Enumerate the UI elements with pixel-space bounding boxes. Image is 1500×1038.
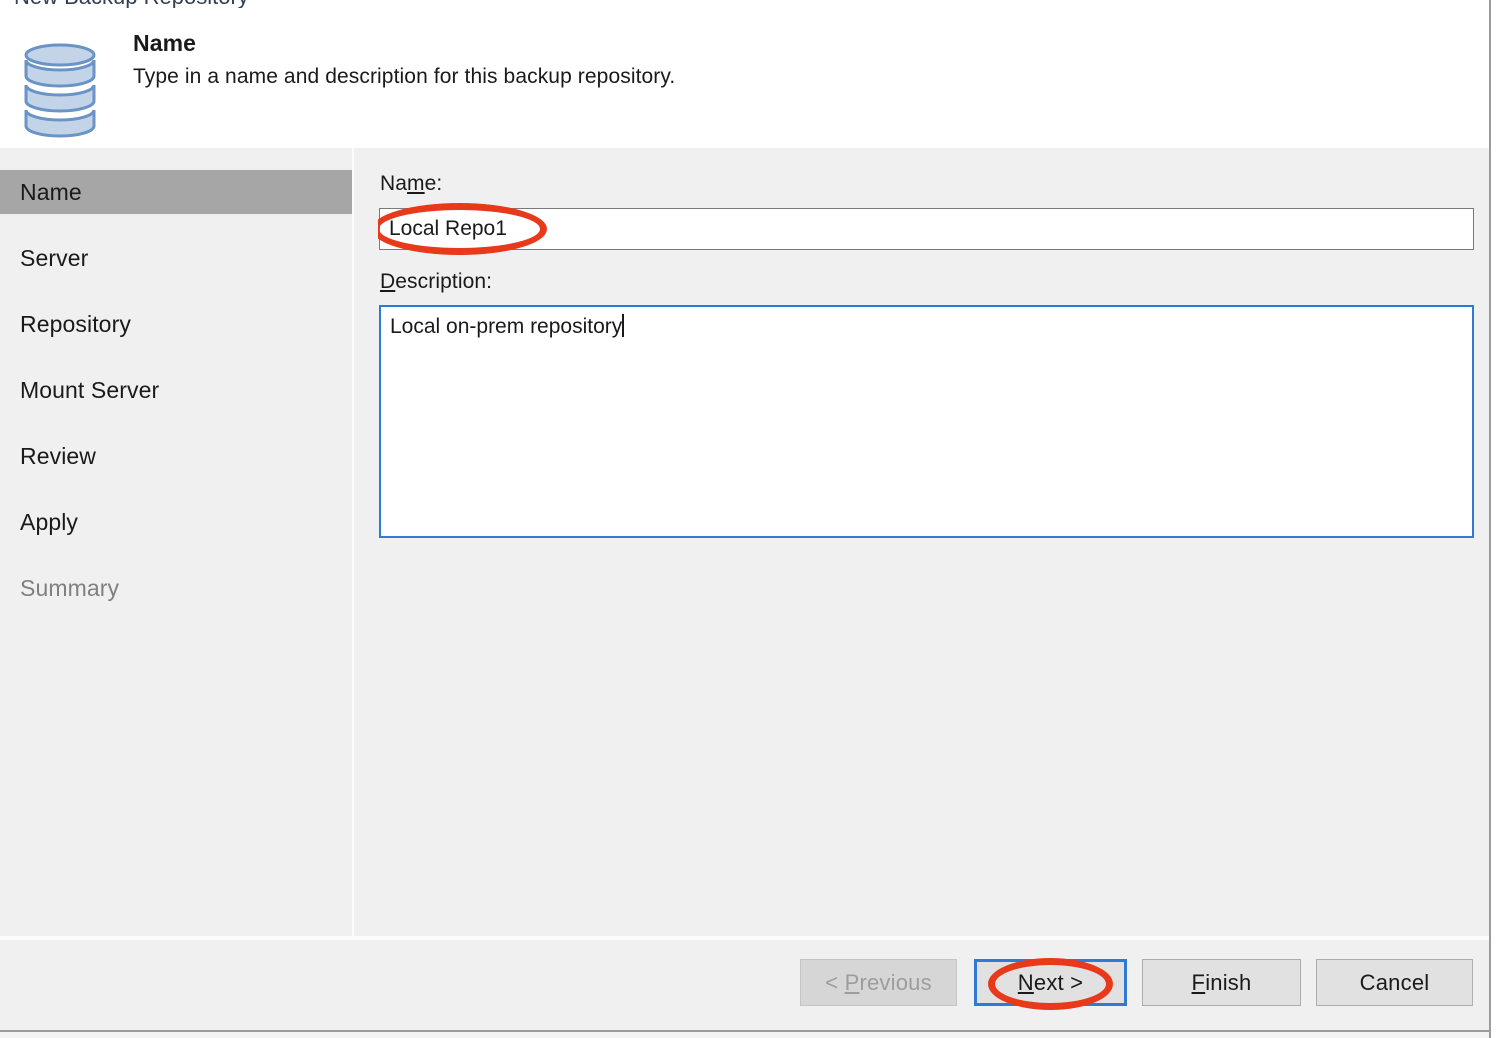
- description-text: Local on-prem repository: [390, 315, 623, 338]
- sidebar-item-review[interactable]: Review: [0, 434, 352, 478]
- sidebar-item-server[interactable]: Server: [0, 236, 352, 280]
- wizard-header: Name Type in a name and description for …: [0, 8, 1489, 148]
- sidebar-item-name[interactable]: Name: [0, 170, 352, 214]
- description-field-label: Description:: [380, 270, 493, 293]
- window-titlebar: New Backup Repository: [0, 0, 1489, 8]
- wizard-footer: < Previous Next > Finish Cancel: [0, 940, 1489, 1030]
- name-input[interactable]: Local Repo1: [379, 208, 1474, 250]
- cancel-button[interactable]: Cancel: [1316, 959, 1473, 1006]
- finish-button[interactable]: Finish: [1142, 959, 1301, 1006]
- sidebar-item-mount-server[interactable]: Mount Server: [0, 368, 352, 412]
- database-repository-icon: [18, 34, 102, 144]
- sidebar-item-repository[interactable]: Repository: [0, 302, 352, 346]
- next-button[interactable]: Next >: [974, 959, 1127, 1006]
- text-cursor: [622, 314, 625, 337]
- description-input[interactable]: Local on-prem repository: [379, 305, 1474, 538]
- sidebar-item-apply[interactable]: Apply: [0, 500, 352, 544]
- window-frame-bottom-inner: [0, 1032, 1489, 1038]
- window-frame-right: [1489, 0, 1491, 1038]
- wizard-window: New Backup Repository Name Type in a nam…: [0, 0, 1500, 1038]
- wizard-step-nav: Name Server Repository Mount Server Revi…: [0, 148, 352, 936]
- page-title: Name: [133, 30, 197, 56]
- sidebar-item-summary: Summary: [20, 575, 120, 601]
- previous-button: < Previous: [800, 959, 957, 1006]
- page-subtitle: Type in a name and description for this …: [133, 65, 676, 88]
- wizard-body: Name Server Repository Mount Server Revi…: [0, 148, 1489, 936]
- name-step-form: Name: Local Repo1 Description: Local on-…: [354, 148, 1489, 936]
- name-field-label: Name:: [380, 172, 443, 195]
- window-title: New Backup Repository: [14, 0, 249, 8]
